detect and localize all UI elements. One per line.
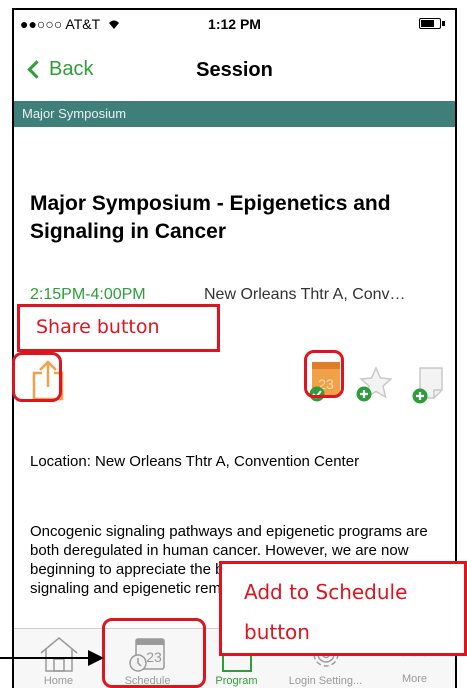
tab-label: More bbox=[401, 673, 428, 685]
chevron-left-icon bbox=[27, 60, 46, 79]
add-note-button[interactable] bbox=[412, 364, 446, 404]
status-bar: ●●○○○ AT&T 1:12 PM bbox=[14, 10, 455, 38]
session-title: Major Symposium - Epigenetics and Signal… bbox=[30, 192, 391, 243]
tab-label: Login Setting... bbox=[288, 675, 363, 687]
share-button-highlight bbox=[12, 352, 62, 402]
category-bar: Major Symposium bbox=[14, 101, 455, 127]
session-place[interactable]: New Orleans Thtr A, Conv… bbox=[204, 286, 454, 304]
note-add-icon bbox=[412, 367, 443, 404]
star-add-icon bbox=[356, 366, 393, 402]
arrow-annotation bbox=[0, 650, 104, 666]
battery-tip bbox=[442, 21, 445, 26]
location-text: Location: New Orleans Thtr A, Convention… bbox=[30, 453, 360, 470]
share-annotation-label: Share button bbox=[17, 304, 220, 352]
battery-icon bbox=[419, 18, 441, 29]
calendar-highlight bbox=[304, 350, 344, 398]
add-favorite-button[interactable] bbox=[356, 366, 393, 402]
back-label: Back bbox=[49, 58, 94, 80]
battery-level bbox=[421, 20, 434, 27]
schedule-tab-highlight bbox=[102, 618, 206, 688]
status-time: 1:12 PM bbox=[208, 16, 261, 32]
session-time: 2:15PM-4:00PM bbox=[30, 286, 146, 303]
back-button[interactable]: Back bbox=[24, 58, 93, 81]
tab-label: Home bbox=[43, 675, 74, 687]
schedule-annotation-label: Add to Schedule button bbox=[219, 561, 467, 656]
nav-bar: Back Session bbox=[14, 46, 455, 96]
